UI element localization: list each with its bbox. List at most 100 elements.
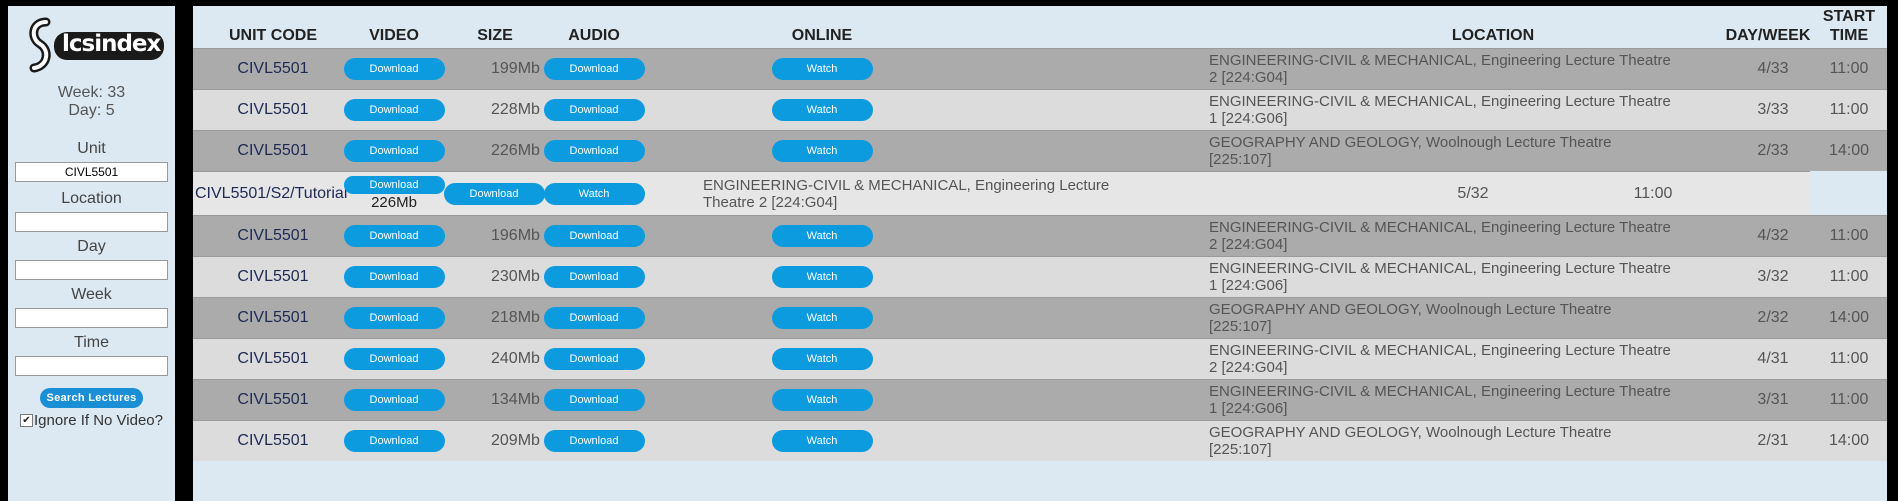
audio-download-button[interactable]: Download xyxy=(543,430,645,452)
unit-input[interactable] xyxy=(15,162,168,182)
audio-download-button[interactable]: Download xyxy=(543,348,645,370)
location-line-2: 1 [224:G06] xyxy=(1209,110,1288,127)
table-row: CIVL5501 Download 228Mb Download Watch ENGINE… xyxy=(193,89,1887,130)
start-time: 11:00 xyxy=(1829,268,1869,285)
location-text: GEOGRAPHY AND GEOLOGY, Woolnough Lecture… xyxy=(1209,424,1611,458)
ignore-no-video-option[interactable]: ✔ Ignore If No Video? xyxy=(8,412,175,429)
ignore-checkbox[interactable]: ✔ xyxy=(20,414,33,427)
video-download-button[interactable]: Download xyxy=(343,389,445,411)
watch-online-button[interactable]: Watch xyxy=(771,389,873,411)
unit-code: CIVL5501 xyxy=(237,142,309,159)
unit-label: Unit xyxy=(77,140,106,157)
site-logo[interactable]: lcsindex xyxy=(8,14,175,80)
audio-download-button[interactable]: Download xyxy=(543,266,645,288)
location-line-2: [225:107] xyxy=(1209,441,1272,458)
start-time: 11:00 xyxy=(1829,391,1869,408)
audio-download-button[interactable]: Download xyxy=(543,307,645,329)
watch-online-button[interactable]: Watch xyxy=(771,307,873,329)
unit-code: CIVL5501 xyxy=(237,391,309,408)
location-line-1: ENGINEERING-CIVIL & MECHANICAL, Engineer… xyxy=(1209,383,1671,400)
day-week: 5/32 xyxy=(1457,184,1489,202)
table-row: CIVL5501 Download 226Mb Download Watch GEOGRA… xyxy=(193,130,1887,171)
watch-online-button[interactable]: Watch xyxy=(771,266,873,288)
unit-code: CIVL5501 xyxy=(237,432,309,449)
audio-download-button[interactable]: Download xyxy=(543,140,645,162)
day-week: 2/31 xyxy=(1757,432,1789,449)
location-line-2: Theatre 2 [224:G04] xyxy=(703,193,838,211)
file-size: 228Mb xyxy=(491,101,540,118)
watch-online-button[interactable]: Watch xyxy=(771,348,873,370)
location-text: ENGINEERING-CIVIL & MECHANICAL, Engineer… xyxy=(1209,93,1671,127)
unit-code: CIVL5501/S2/Tutorial xyxy=(195,184,348,202)
start-time: 14:00 xyxy=(1828,142,1870,159)
table-row: CIVL5501 Download 218Mb Download Watch GEOGRA… xyxy=(193,297,1887,338)
file-size: 226Mb xyxy=(371,194,417,211)
lecture-table: UNIT CODE VIDEO SIZE AUDIO ONLINE LOCATI… xyxy=(193,6,1887,501)
location-line-1: ENGINEERING-CIVIL & MECHANICAL, Engineer… xyxy=(1209,52,1671,69)
watch-online-button[interactable]: Watch xyxy=(771,225,873,247)
location-line-2: 2 [224:G04] xyxy=(1209,236,1288,253)
location-line-2: 2 [224:G04] xyxy=(1209,359,1288,376)
location-text: ENGINEERING-CIVIL & MECHANICAL, Engineer… xyxy=(1209,260,1671,294)
watch-online-button[interactable]: Watch xyxy=(543,182,645,205)
header-video: VIDEO xyxy=(369,27,419,44)
audio-download-button[interactable]: Download xyxy=(443,182,545,205)
day-week: 3/31 xyxy=(1757,391,1789,408)
video-download-button[interactable]: Download xyxy=(343,225,445,247)
current-week: Week: 33 xyxy=(57,84,126,101)
start-time: 11:00 xyxy=(1633,184,1673,202)
video-download-button[interactable]: Download xyxy=(343,176,445,194)
table-row: CIVL5501 Download 209Mb Download Watch GEOGRA… xyxy=(193,420,1887,461)
unit-code: CIVL5501 xyxy=(237,350,309,367)
table-row: CIVL5501 Download 196Mb Download Watch ENGINE… xyxy=(193,215,1887,256)
location-text: GEOGRAPHY AND GEOLOGY, Woolnough Lecture… xyxy=(1209,301,1611,335)
sidebar: lcsindex Week: 33 Day: 5 Unit Location D… xyxy=(8,6,175,501)
location-line-1: ENGINEERING-CIVIL & MECHANICAL, Engineer… xyxy=(1209,342,1671,359)
week-label: Week xyxy=(71,286,112,303)
audio-download-button[interactable]: Download xyxy=(543,58,645,80)
day-week: 2/32 xyxy=(1757,309,1789,326)
watch-online-button[interactable]: Watch xyxy=(771,430,873,452)
header-time: TIME xyxy=(1829,27,1869,44)
unit-code: CIVL5501 xyxy=(237,268,309,285)
day-week: 4/33 xyxy=(1757,60,1789,77)
unit-code: CIVL5501 xyxy=(237,60,309,77)
start-time: 11:00 xyxy=(1829,101,1869,118)
week-input[interactable] xyxy=(15,308,168,328)
search-lectures-button[interactable]: Search Lectures xyxy=(40,388,143,408)
location-text: GEOGRAPHY AND GEOLOGY, Woolnough Lecture… xyxy=(1209,134,1611,168)
audio-download-button[interactable]: Download xyxy=(543,389,645,411)
header-location: LOCATION xyxy=(1451,27,1535,44)
file-size: 230Mb xyxy=(491,268,540,285)
location-line-2: 1 [224:G06] xyxy=(1209,400,1288,417)
video-download-button[interactable]: Download xyxy=(343,58,445,80)
file-size: 240Mb xyxy=(491,350,540,367)
file-size: 226Mb xyxy=(491,142,540,159)
table-row: CIVL5501 Download 199Mb Download Watch ENGINE… xyxy=(193,48,1887,89)
location-line-1: ENGINEERING-CIVIL & MECHANICAL, Engineer… xyxy=(1209,219,1671,236)
day-input[interactable] xyxy=(15,260,168,280)
audio-download-button[interactable]: Download xyxy=(543,99,645,121)
time-input[interactable] xyxy=(15,356,168,376)
current-day: Day: 5 xyxy=(68,102,115,119)
video-download-button[interactable]: Download xyxy=(343,348,445,370)
file-size: 134Mb xyxy=(491,391,540,408)
audio-download-button[interactable]: Download xyxy=(543,225,645,247)
video-download-button[interactable]: Download xyxy=(343,307,445,329)
location-line-2: 1 [224:G06] xyxy=(1209,277,1288,294)
location-text: ENGINEERING-CIVIL & MECHANICAL, Engineer… xyxy=(703,177,1109,211)
file-size: 218Mb xyxy=(491,309,540,326)
video-download-button[interactable]: Download xyxy=(343,99,445,121)
location-input[interactable] xyxy=(15,212,168,232)
watch-online-button[interactable]: Watch xyxy=(771,99,873,121)
watch-online-button[interactable]: Watch xyxy=(771,58,873,80)
table-row: CIVL5501/S2/Tutorial Download 226Mb Downloa… xyxy=(193,171,1810,215)
video-download-button[interactable]: Download xyxy=(343,140,445,162)
table-row: CIVL5501 Download 240Mb Download Watch ENGINE… xyxy=(193,338,1887,379)
day-week: 2/33 xyxy=(1757,142,1789,159)
video-download-button[interactable]: Download xyxy=(343,430,445,452)
day-week: 3/33 xyxy=(1757,101,1789,118)
location-text: ENGINEERING-CIVIL & MECHANICAL, Engineer… xyxy=(1209,219,1671,253)
video-download-button[interactable]: Download xyxy=(343,266,445,288)
watch-online-button[interactable]: Watch xyxy=(771,140,873,162)
